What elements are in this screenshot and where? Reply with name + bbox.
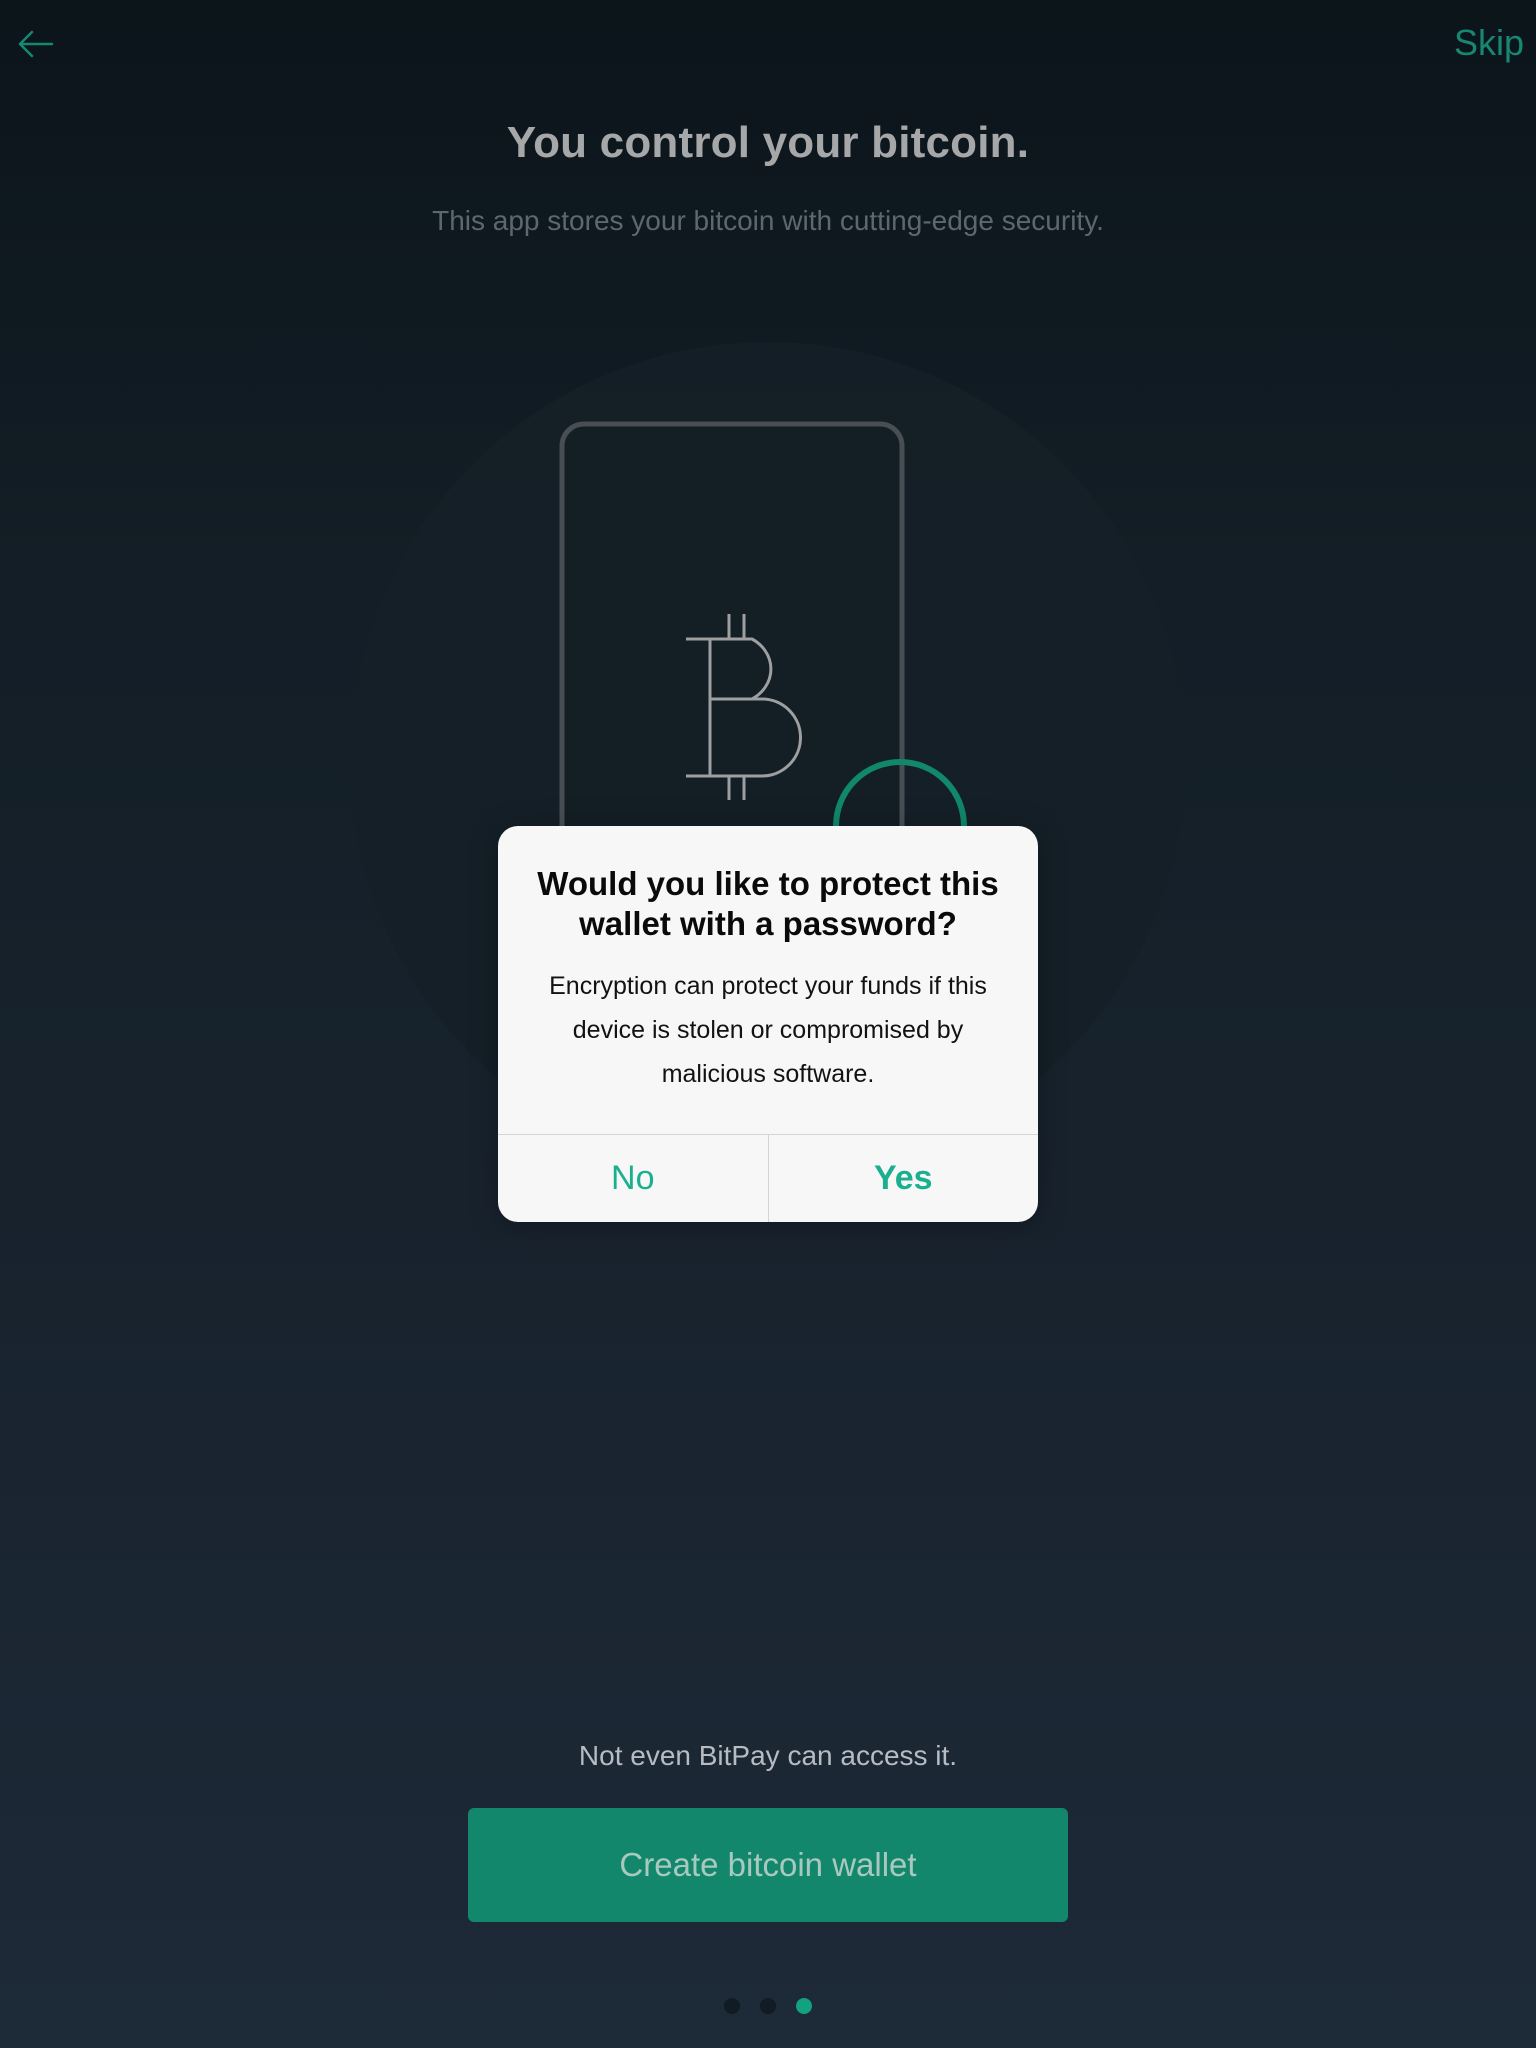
- onboarding-screen: Skip You control your bitcoin. This app …: [0, 0, 1536, 2048]
- footnote-text: Not even BitPay can access it.: [578, 1740, 958, 1771]
- dialog-title: Would you like to protect this wallet wi…: [537, 865, 999, 942]
- page-dot-3[interactable]: [796, 1998, 812, 2014]
- yes-button[interactable]: Yes: [769, 1135, 1039, 1222]
- page-indicator: [0, 1998, 1536, 2014]
- no-button[interactable]: No: [498, 1135, 769, 1222]
- create-wallet-button[interactable]: Create bitcoin wallet: [468, 1808, 1068, 1922]
- page-dot-2[interactable]: [760, 1998, 776, 2014]
- dialog-message: Encryption can protect your funds if thi…: [549, 972, 987, 1088]
- page-dot-1[interactable]: [724, 1998, 740, 2014]
- password-protection-dialog: Would you like to protect this wallet wi…: [498, 826, 1038, 1222]
- dialog-actions: No Yes: [498, 1134, 1038, 1222]
